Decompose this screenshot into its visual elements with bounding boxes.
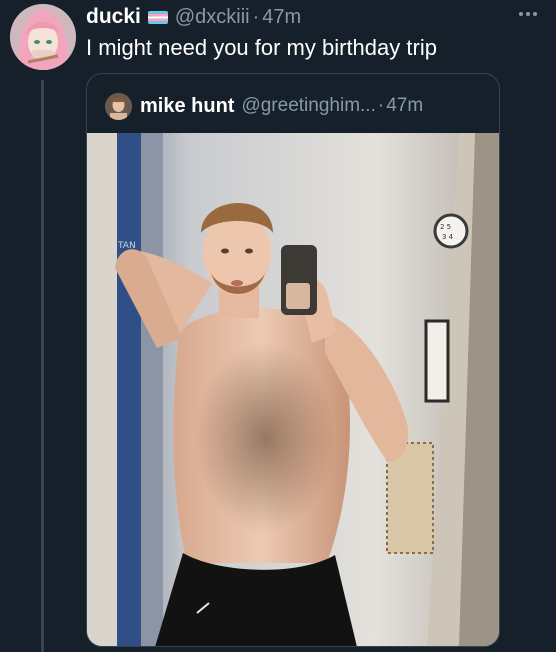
quote-separator-dot: · — [377, 95, 385, 116]
quote-avatar[interactable] — [105, 92, 132, 120]
more-horizontal-icon[interactable] — [514, 4, 542, 24]
transgender-flag-icon — [147, 10, 168, 24]
quote-timestamp[interactable]: 47m — [386, 95, 423, 117]
thread-line — [41, 80, 44, 652]
quote-handle[interactable]: @greetinghim... — [241, 95, 375, 117]
separator-dot: · — [252, 5, 260, 28]
handle[interactable]: @dxckiii — [175, 6, 250, 29]
display-name[interactable]: ducki — [86, 5, 141, 29]
quote-header: mike hunt @greetinghim... · 47m — [105, 92, 423, 120]
svg-text:2 5: 2 5 — [440, 223, 451, 231]
avatar[interactable] — [10, 4, 76, 70]
tweet-header: ducki @dxckiii · 47m — [86, 4, 301, 30]
quote-display-name[interactable]: mike hunt — [140, 95, 234, 118]
tweet-text: I might need you for my birthday trip — [86, 35, 437, 60]
tweet[interactable]: ducki @dxckiii · 47m I might need you fo… — [0, 0, 556, 652]
timestamp[interactable]: 47m — [262, 6, 301, 29]
quote-photo[interactable]: TAN 2 5 3 4 — [87, 133, 499, 646]
quote-tweet[interactable]: mike hunt @greetinghim... · 47m TAN 2 5 … — [86, 73, 500, 647]
svg-text:3 4: 3 4 — [442, 233, 454, 241]
